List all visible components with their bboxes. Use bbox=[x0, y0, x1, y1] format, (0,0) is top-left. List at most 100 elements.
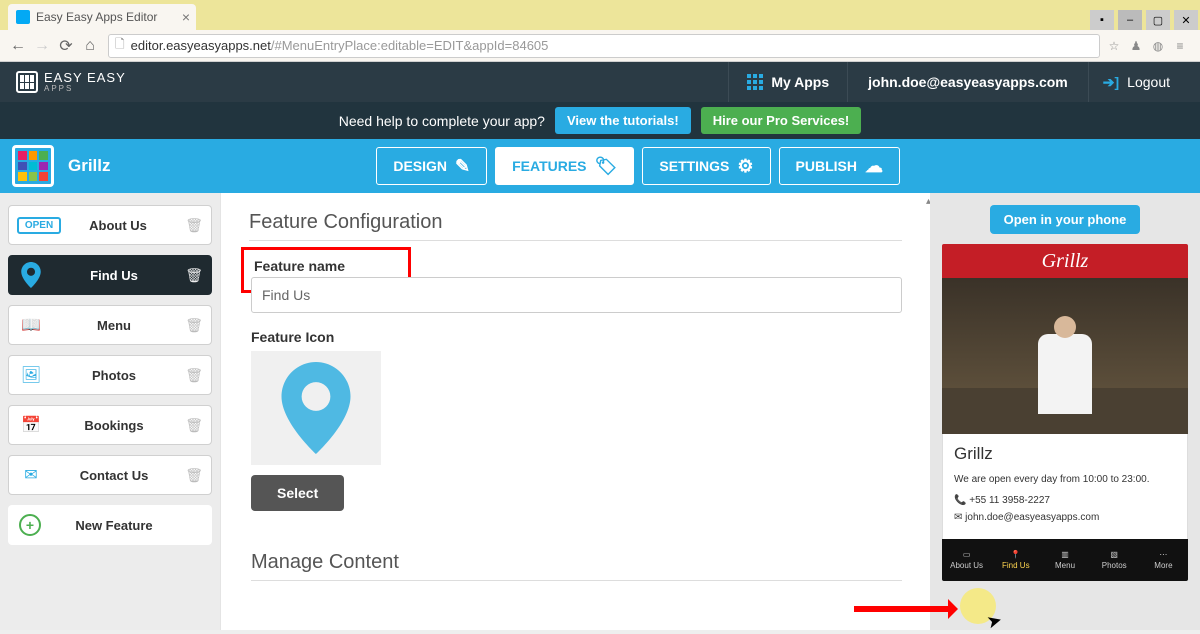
user-email[interactable]: john.doe@easyeasyapps.com bbox=[847, 62, 1088, 102]
preview-hours: We are open every day from 10:00 to 23:0… bbox=[954, 474, 1176, 485]
tag-icon: 🏷 bbox=[595, 156, 618, 177]
preview-tab-more[interactable]: ⋯More bbox=[1139, 539, 1188, 581]
open-sign-icon: OPEN bbox=[17, 217, 61, 234]
browser-toolbar: ← → ⟳ ⌂ 🗋 editor.easyeasyapps.net/#MenuE… bbox=[0, 30, 1200, 62]
logo[interactable]: EASY EASY APPS bbox=[16, 71, 126, 93]
help-prompt: Need help to complete your app? bbox=[339, 113, 545, 129]
trash-icon[interactable]: 🗑 bbox=[185, 267, 203, 284]
preview-app-title: Grillz bbox=[954, 444, 1176, 464]
image-icon: 🖼 bbox=[9, 365, 53, 385]
sidebar-item-photos[interactable]: 🖼 Photos 🗑 bbox=[8, 355, 212, 395]
preview-phone-number: +55 11 3958-2227 bbox=[969, 495, 1050, 506]
image-icon: ▧ bbox=[1110, 550, 1118, 559]
user-switch-button[interactable]: ▪ bbox=[1090, 10, 1114, 30]
star-icon[interactable]: ☆ bbox=[1106, 38, 1122, 54]
section-tabs: DESIGN ✎ FEATURES 🏷 SETTINGS ⚙ PUBLISH ☁ bbox=[376, 147, 900, 185]
trash-icon[interactable]: 🗑 bbox=[185, 217, 203, 234]
phone-frame: Grillz Grillz We are open every day from… bbox=[942, 244, 1188, 581]
tab-favicon bbox=[16, 10, 30, 24]
book-icon: ▥ bbox=[1061, 550, 1069, 559]
phone-body: Grillz We are open every day from 10:00 … bbox=[942, 434, 1188, 539]
logout-button[interactable]: ➔] Logout bbox=[1088, 62, 1184, 102]
app-logo-icon bbox=[12, 145, 54, 187]
calendar-icon: 📅 bbox=[9, 415, 53, 435]
select-icon-button[interactable]: Select bbox=[251, 475, 344, 511]
menu-icon[interactable]: ≡ bbox=[1172, 38, 1188, 54]
pin-ext-icon[interactable]: ♟ bbox=[1128, 38, 1144, 54]
globe-ext-icon[interactable]: ◍ bbox=[1150, 38, 1166, 54]
window-buttons: ▪ – ▢ ✕ bbox=[1088, 8, 1200, 30]
hire-pro-button[interactable]: Hire our Pro Services! bbox=[701, 107, 862, 134]
feature-sidebar: OPEN About Us 🗑 Find Us 🗑 📖 Menu 🗑 🖼 Pho… bbox=[0, 193, 220, 630]
phone-brand-header: Grillz bbox=[942, 244, 1188, 278]
tab-design[interactable]: DESIGN ✎ bbox=[376, 147, 487, 185]
pin-icon: 📍 bbox=[1011, 550, 1021, 559]
maximize-button[interactable]: ▢ bbox=[1146, 10, 1170, 30]
browser-titlebar: Easy Easy Apps Editor × ▪ – ▢ ✕ bbox=[0, 0, 1200, 30]
preview-tab-label: About Us bbox=[950, 561, 983, 570]
minimize-button[interactable]: – bbox=[1118, 10, 1142, 30]
tab-features-label: FEATURES bbox=[512, 158, 586, 174]
my-apps-button[interactable]: My Apps bbox=[728, 62, 847, 102]
tab-features[interactable]: FEATURES 🏷 bbox=[495, 147, 634, 185]
logout-icon: ➔] bbox=[1103, 74, 1119, 91]
sidebar-item-label: New Feature bbox=[52, 518, 212, 533]
tab-publish-label: PUBLISH bbox=[796, 158, 857, 174]
trash-icon[interactable]: 🗑 bbox=[185, 317, 203, 334]
preview-tab-menu[interactable]: ▥ Menu bbox=[1040, 539, 1089, 581]
close-window-button[interactable]: ✕ bbox=[1174, 10, 1198, 30]
page-icon: 🗋 bbox=[115, 35, 125, 56]
sidebar-item-about-us[interactable]: OPEN About Us 🗑 bbox=[8, 205, 212, 245]
forward-button: → bbox=[30, 34, 54, 58]
tab-close-icon[interactable]: × bbox=[182, 9, 190, 25]
url-path: /#MenuEntryPlace:editable=EDIT&appId=846… bbox=[271, 38, 549, 53]
gear-icon: ⚙ bbox=[737, 156, 753, 177]
sidebar-item-bookings[interactable]: 📅 Bookings 🗑 bbox=[8, 405, 212, 445]
tab-publish[interactable]: PUBLISH ☁ bbox=[779, 147, 900, 185]
config-panel: Feature Configuration Feature name Featu… bbox=[220, 193, 930, 630]
feature-icon-preview bbox=[251, 351, 381, 465]
main-row: OPEN About Us 🗑 Find Us 🗑 📖 Menu 🗑 🖼 Pho… bbox=[0, 193, 1200, 630]
feature-name-input[interactable] bbox=[251, 277, 902, 313]
preview-tab-findus[interactable]: 📍Find Us bbox=[991, 539, 1040, 581]
browser-tab[interactable]: Easy Easy Apps Editor × bbox=[8, 4, 196, 30]
preview-phone: 📞 +55 11 3958-2227 bbox=[954, 495, 1176, 506]
section-title: Feature Configuration bbox=[249, 211, 902, 241]
pin-icon bbox=[9, 262, 53, 288]
cloud-upload-icon: ☁ bbox=[865, 156, 883, 177]
open-in-phone-button[interactable]: Open in your phone bbox=[990, 205, 1141, 234]
preview-tabbar: ▭About Us 📍Find Us ▥ Menu ▧Photos ⋯More bbox=[942, 539, 1188, 581]
sidebar-new-feature[interactable]: + New Feature bbox=[8, 505, 212, 545]
preview-tab-label: Menu bbox=[1055, 561, 1075, 570]
app-name: Grillz bbox=[68, 156, 111, 176]
tab-title: Easy Easy Apps Editor bbox=[36, 10, 157, 24]
grid-icon bbox=[747, 74, 763, 90]
trash-icon[interactable]: 🗑 bbox=[185, 367, 203, 384]
phone-preview-panel: Open in your phone Grillz Grillz We are … bbox=[930, 193, 1200, 630]
manage-content-title: Manage Content bbox=[251, 551, 902, 581]
sidebar-item-find-us[interactable]: Find Us 🗑 bbox=[8, 255, 212, 295]
preview-tab-photos[interactable]: ▧Photos bbox=[1090, 539, 1139, 581]
view-tutorials-button[interactable]: View the tutorials! bbox=[555, 107, 691, 134]
preview-tab-about[interactable]: ▭About Us bbox=[942, 539, 991, 581]
tab-design-label: DESIGN bbox=[393, 158, 447, 174]
trash-icon[interactable]: 🗑 bbox=[185, 417, 203, 434]
feature-name-label: Feature name bbox=[254, 258, 398, 274]
extension-icons: ☆ ♟ ◍ ≡ bbox=[1106, 38, 1194, 54]
logo-text-line2: APPS bbox=[44, 84, 126, 93]
home-button[interactable]: ⌂ bbox=[78, 34, 102, 58]
map-pin-icon bbox=[281, 362, 351, 454]
app-topbar: EASY EASY APPS My Apps john.doe@easyeasy… bbox=[0, 62, 1200, 102]
url-host: editor.easyeasyapps.net bbox=[131, 38, 271, 53]
reload-button[interactable]: ⟳ bbox=[54, 34, 78, 58]
trash-icon[interactable]: 🗑 bbox=[185, 467, 203, 484]
back-button[interactable]: ← bbox=[6, 34, 30, 58]
mail-icon: ✉ bbox=[9, 465, 53, 485]
phone-hero-image bbox=[942, 278, 1188, 434]
annotation-arrow bbox=[854, 606, 954, 612]
sidebar-item-menu[interactable]: 📖 Menu 🗑 bbox=[8, 305, 212, 345]
logo-icon bbox=[16, 71, 38, 93]
address-bar[interactable]: 🗋 editor.easyeasyapps.net/#MenuEntryPlac… bbox=[108, 34, 1100, 58]
sidebar-item-contact-us[interactable]: ✉ Contact Us 🗑 bbox=[8, 455, 212, 495]
tab-settings[interactable]: SETTINGS ⚙ bbox=[642, 147, 770, 185]
